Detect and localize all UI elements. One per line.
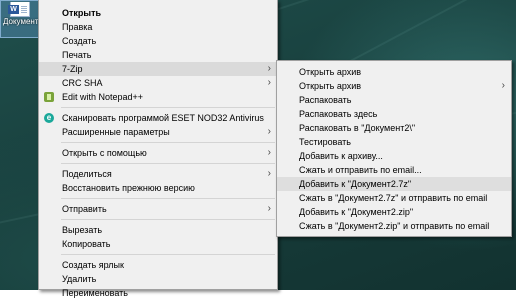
zip-item-open-archive[interactable]: Открыть архив [277, 65, 511, 79]
zip-item-add-to-archive[interactable]: Добавить к архиву... [277, 149, 511, 163]
menu-item-send-to[interactable]: Отправить › [39, 202, 277, 216]
menu-item-open[interactable]: Открыть [39, 6, 277, 20]
menu-separator [61, 219, 275, 220]
menu-item-crc-sha-label: CRC SHA [62, 78, 103, 88]
menu-item-copy[interactable]: Копировать [39, 237, 277, 251]
menu-item-eset-scan[interactable]: e Сканировать программой ESET NOD32 Anti… [39, 111, 277, 125]
menu-item-cut[interactable]: Вырезать [39, 223, 277, 237]
menu-item-delete[interactable]: Удалить [39, 272, 277, 286]
menu-item-send-to-label: Отправить [62, 204, 107, 214]
menu-separator [61, 142, 275, 143]
chevron-right-icon: › [267, 203, 271, 214]
menu-item-rename[interactable]: Переименовать [39, 286, 277, 300]
menu-item-edit-notepad[interactable]: Edit with Notepad++ [39, 90, 277, 104]
zip-item-add-7z[interactable]: Добавить к "Документ2.7z" [277, 177, 511, 191]
chevron-right-icon: › [267, 147, 271, 158]
menu-separator [61, 107, 275, 108]
menu-item-open-with[interactable]: Открыть с помощью › [39, 146, 277, 160]
chevron-right-icon: › [267, 77, 271, 88]
menu-item-create-shortcut[interactable]: Создать ярлык [39, 258, 277, 272]
menu-item-open-with-label: Открыть с помощью [62, 148, 147, 158]
zip-item-compress-7z-email[interactable]: Сжать в "Документ2.7z" и отправить по em… [277, 191, 511, 205]
zip-item-open-archive-sub-label: Открыть архив [299, 81, 362, 91]
zip-item-test[interactable]: Тестировать [277, 135, 511, 149]
menu-item-restore[interactable]: Восстановить прежнюю версию [39, 181, 277, 195]
chevron-right-icon: › [267, 126, 271, 137]
zip-item-extract-to[interactable]: Распаковать в "Документ2\" [277, 121, 511, 135]
menu-separator [61, 198, 275, 199]
notepad-plus-plus-icon [44, 92, 54, 102]
menu-item-7zip-label: 7-Zip [62, 64, 83, 74]
chevron-right-icon: › [267, 63, 271, 74]
zip-item-open-archive-sub[interactable]: Открыть архив › [277, 79, 511, 93]
word-document-icon: W [8, 2, 30, 17]
zip-item-compress-zip-email[interactable]: Сжать в "Документ2.zip" и отправить по e… [277, 219, 511, 233]
menu-separator [61, 254, 275, 255]
menu-item-new[interactable]: Создать [39, 34, 277, 48]
zip-item-extract-here[interactable]: Распаковать здесь [277, 107, 511, 121]
menu-item-advanced[interactable]: Расширенные параметры › [39, 125, 277, 139]
menu-item-edit[interactable]: Правка [39, 20, 277, 34]
menu-item-advanced-label: Расширенные параметры [62, 127, 170, 137]
desktop-file-label: Документ2 осн [3, 17, 39, 26]
context-menu: Открыть Правка Создать Печать 7-Zip › CR… [38, 0, 278, 298]
chevron-right-icon: › [501, 80, 505, 91]
zip-item-compress-email[interactable]: Сжать и отправить по email... [277, 163, 511, 177]
7zip-submenu: Открыть архив Открыть архив › Распаковат… [276, 60, 512, 237]
desktop-file-selected[interactable]: W Документ2 осн [0, 0, 42, 38]
menu-separator [61, 163, 275, 164]
zip-item-extract[interactable]: Распаковать [277, 93, 511, 107]
menu-item-eset-scan-label: Сканировать программой ESET NOD32 Antivi… [62, 113, 264, 123]
menu-item-share-label: Поделиться [62, 169, 112, 179]
menu-item-7zip[interactable]: 7-Zip › [39, 62, 277, 76]
eset-icon: e [44, 113, 54, 123]
zip-item-add-zip[interactable]: Добавить к "Документ2.zip" [277, 205, 511, 219]
menu-item-crc-sha[interactable]: CRC SHA › [39, 76, 277, 90]
menu-item-print[interactable]: Печать [39, 48, 277, 62]
chevron-right-icon: › [267, 168, 271, 179]
menu-item-edit-notepad-label: Edit with Notepad++ [62, 92, 144, 102]
menu-item-share[interactable]: Поделиться › [39, 167, 277, 181]
